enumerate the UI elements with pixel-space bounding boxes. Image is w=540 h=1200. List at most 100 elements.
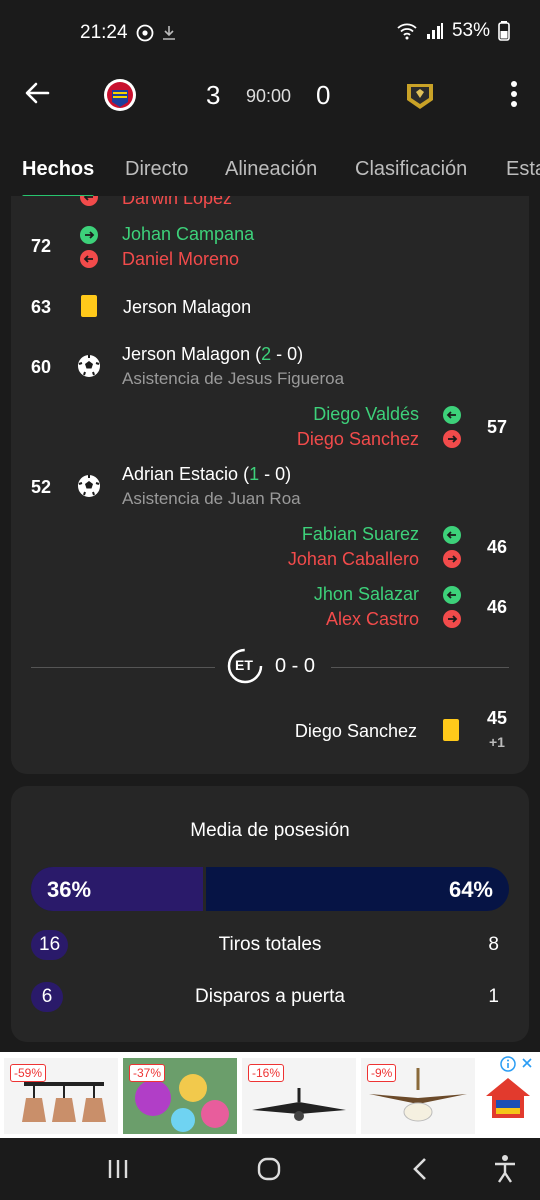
score-open: ( <box>238 464 250 484</box>
tab-estadisticas[interactable]: Esta <box>506 158 540 181</box>
status-bar: 21:24 53% <box>0 0 540 64</box>
score-open: ( <box>250 344 262 364</box>
event-player[interactable]: Jerson Malagon <box>123 297 251 318</box>
event-minute: 72 <box>31 236 52 256</box>
ad-product-lamp[interactable]: -59% <box>4 1058 118 1134</box>
more-options-icon[interactable] <box>510 80 518 108</box>
yellow-card-icon <box>443 719 459 741</box>
match-header: 3 90:00 0 <box>0 64 540 128</box>
event-player-in[interactable]: Fabian Suarez <box>302 524 419 545</box>
stat-row-total-shots: 16 Tiros totales 8 <box>11 930 529 962</box>
discount-badge: -37% <box>129 1064 166 1082</box>
event-minute-extra: +1 <box>489 734 505 750</box>
sub-in-icon <box>443 586 461 604</box>
stats-card: Media de posesión 36% 64% 16 Tiros total… <box>11 786 529 1042</box>
halftime-score: 0 - 0 <box>275 655 316 677</box>
sub-out-icon <box>80 196 98 206</box>
back-nav-icon[interactable] <box>410 1156 430 1182</box>
yellow-card-icon <box>81 295 97 317</box>
event-player-out[interactable]: Alex Castro <box>326 609 419 630</box>
event-goal-scorer[interactable]: Jerson Malagon (2 - 0) <box>122 344 303 365</box>
possession-away-label: 64% <box>448 877 493 902</box>
home-team-crest-icon[interactable] <box>103 78 137 112</box>
battery-icon <box>498 21 510 41</box>
discount-badge: -59% <box>10 1064 47 1082</box>
sub-in-icon <box>80 226 98 244</box>
halftime-divider-left <box>31 667 215 668</box>
sub-out-icon <box>443 550 461 568</box>
halftime-divider-right <box>331 667 509 668</box>
event-minute: 46 <box>487 597 508 617</box>
event-minute: 45 <box>487 708 508 728</box>
event-minute: 60 <box>31 357 52 377</box>
system-nav-bar <box>0 1140 540 1200</box>
back-arrow-icon[interactable] <box>22 78 52 108</box>
stats-title: Media de posesión <box>190 820 350 841</box>
ad-product-fan[interactable]: -16% <box>242 1058 356 1134</box>
recent-apps-icon[interactable] <box>106 1158 130 1180</box>
stat-row-shots-on-target: 6 Disparos a puerta 1 <box>11 982 529 1014</box>
event-player-in[interactable]: Diego Valdés <box>313 404 419 425</box>
event-player-out[interactable]: Johan Caballero <box>288 549 419 570</box>
accessibility-icon[interactable] <box>492 1154 518 1184</box>
ad-product-lights[interactable]: -37% <box>123 1058 237 1134</box>
status-time: 21:24 <box>80 22 128 43</box>
event-minute: 52 <box>31 477 52 497</box>
event-minute: 63 <box>31 297 52 317</box>
event-player[interactable]: Diego Sanchez <box>295 721 417 742</box>
wifi-icon <box>397 23 417 40</box>
event-assist: Asistencia de Juan Roa <box>122 489 301 508</box>
event-player-out[interactable]: Daniel Moreno <box>122 249 239 270</box>
possession-separator <box>203 867 206 911</box>
event-player-in[interactable]: Jhon Salazar <box>314 584 419 605</box>
tab-clasificacion[interactable]: Clasificación <box>355 158 467 181</box>
sub-in-icon <box>443 526 461 544</box>
soccer-notification-icon <box>136 24 154 42</box>
sub-out-icon <box>80 250 98 268</box>
event-minute: 46 <box>487 537 508 557</box>
tab-alineacion[interactable]: Alineación <box>225 158 317 181</box>
away-team-crest-icon[interactable] <box>403 78 437 112</box>
event-goal-scorer[interactable]: Adrian Estacio (1 - 0) <box>122 464 291 485</box>
tab-bar: Hechos Directo Alineación Clasificación … <box>0 140 540 200</box>
ad-banner[interactable]: -59% -37% -16% -9% <box>0 1052 540 1138</box>
ad-close-icon[interactable] <box>520 1056 534 1070</box>
store-logo-icon[interactable] <box>484 1076 532 1120</box>
event-minute: 57 <box>487 417 508 437</box>
possession-bar: 36% 64% <box>31 867 509 911</box>
score-rest: - 0) <box>271 344 304 364</box>
scorer-name: Adrian Estacio <box>122 464 239 484</box>
stat-label: Disparos a puerta <box>195 986 345 1007</box>
sub-out-icon <box>443 610 461 628</box>
ad-info-icon[interactable] <box>500 1056 516 1072</box>
discount-badge: -16% <box>248 1064 285 1082</box>
status-right: 53% <box>396 20 510 42</box>
stat-label: Tiros totales <box>218 934 322 955</box>
ad-product-fan-light[interactable]: -9% <box>361 1058 475 1134</box>
sub-in-icon <box>443 406 461 424</box>
score-rest: - 0) <box>259 464 292 484</box>
discount-badge: -9% <box>367 1064 397 1082</box>
event-player-out: Darwin Lopez <box>122 196 233 208</box>
match-clock: 90:00 <box>246 86 292 106</box>
event-player-out[interactable]: Diego Sanchez <box>297 429 419 450</box>
events-timeline: Darwin Lopez 72 Johan Campana Daniel Mor… <box>11 196 529 774</box>
home-icon[interactable] <box>256 1156 282 1182</box>
home-score: 3 <box>206 80 221 110</box>
away-score: 0 <box>316 80 331 110</box>
score-highlight: 2 <box>261 344 272 364</box>
sub-out-icon <box>443 430 461 448</box>
goal-ball-icon <box>78 475 100 497</box>
halftime-badge-label: ET <box>235 657 253 673</box>
stat-away-value: 1 <box>488 986 499 1007</box>
possession-home-label: 36% <box>47 877 92 902</box>
tab-hechos[interactable]: Hechos <box>22 158 94 181</box>
tab-directo[interactable]: Directo <box>125 158 188 181</box>
signal-icon <box>426 23 443 39</box>
event-assist: Asistencia de Jesus Figueroa <box>122 369 345 388</box>
download-icon <box>163 26 175 40</box>
event-player-in[interactable]: Johan Campana <box>122 224 254 245</box>
score-highlight: 1 <box>249 464 260 484</box>
stat-away-value: 8 <box>488 934 499 955</box>
goal-ball-icon <box>78 355 100 377</box>
